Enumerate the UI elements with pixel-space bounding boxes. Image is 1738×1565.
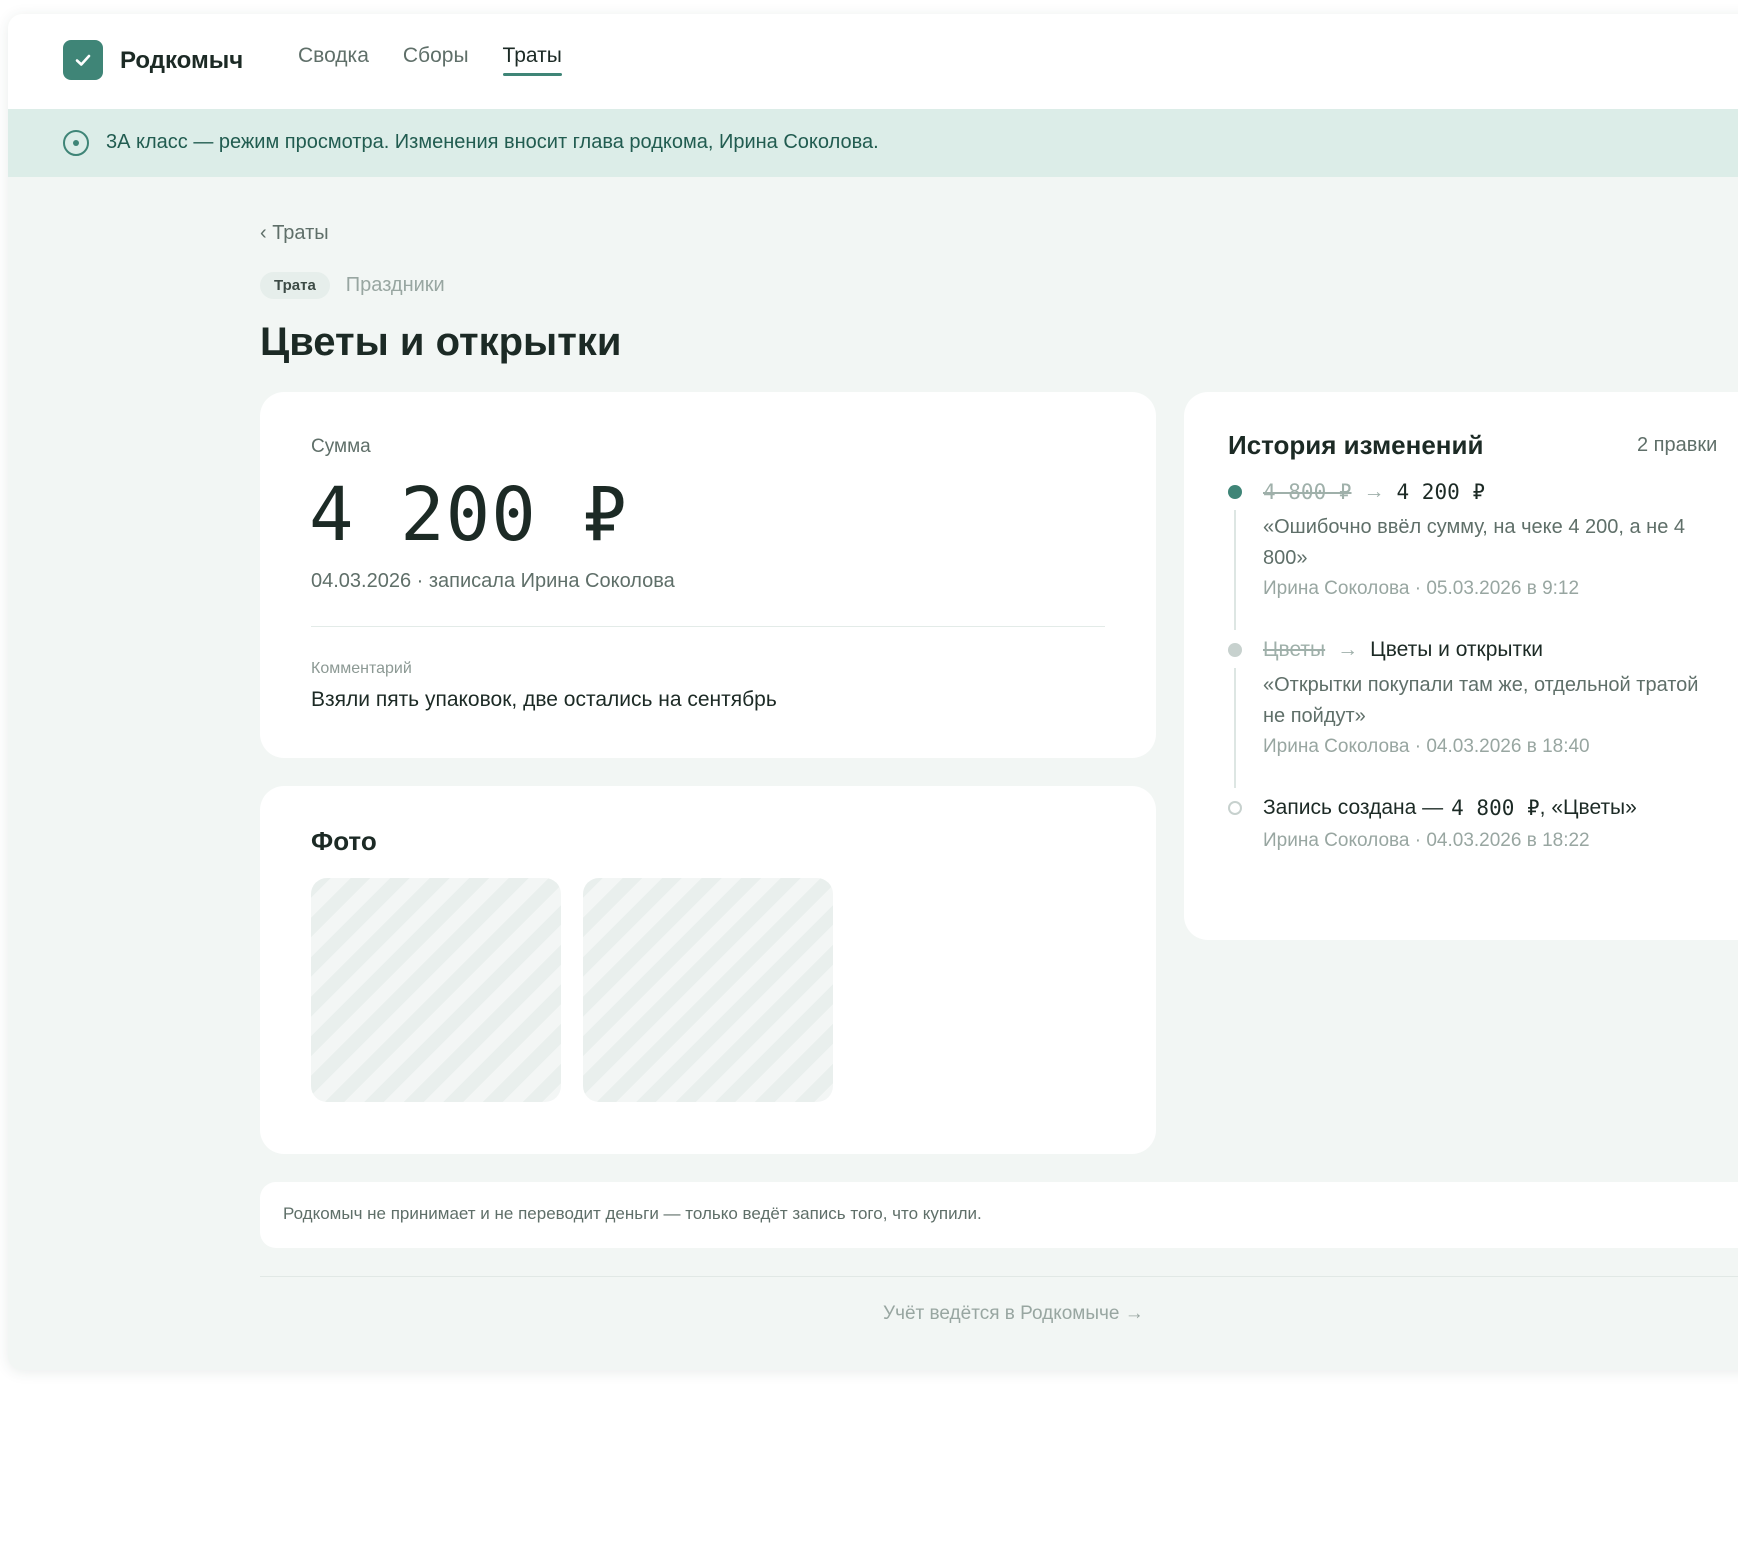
- timeline-dot: [1228, 485, 1242, 499]
- old-value: 4 800 ₽: [1263, 480, 1352, 504]
- change-reason: «Открытки покупали там же, отдельной тра…: [1263, 674, 1699, 727]
- created-line: Запись создана — 4 800 ₽ , «Цветы»: [1263, 796, 1637, 820]
- history-item: Запись создана — 4 800 ₽ , «Цветы» Ирина…: [1228, 796, 1738, 866]
- change-line: 4 800 ₽ → 4 200 ₽: [1263, 480, 1485, 504]
- comment-text: Взяли пять упаковок, две остались на сен…: [311, 688, 777, 711]
- nav-tab-summary[interactable]: Сводка: [298, 44, 369, 76]
- amount-card: Сумма 4 200 ₽ 04.03.2026 · записала Ирин…: [260, 392, 1156, 758]
- arrow-icon: →: [1363, 480, 1385, 503]
- photo-thumbnail[interactable]: [583, 878, 833, 1102]
- timeline-line: [1234, 510, 1236, 630]
- created-prefix: Запись создана —: [1263, 796, 1444, 819]
- created-amount: 4 800 ₽: [1451, 796, 1540, 820]
- photo-title: Фото: [311, 826, 377, 856]
- history-count: 2 правки: [1637, 434, 1718, 456]
- history-title: История изменений: [1228, 430, 1484, 460]
- disclaimer-notice: Родкомыч не принимает и не переводит ден…: [260, 1182, 1738, 1248]
- nav-tab-expenses[interactable]: Траты: [502, 44, 563, 76]
- view-mode-icon: [63, 130, 89, 156]
- type-badge: Трата: [260, 272, 330, 299]
- app-window: Родкомыч Сводка Сборы Траты 3А класс — р…: [8, 14, 1738, 1370]
- new-value: 4 200 ₽: [1396, 480, 1486, 504]
- nav-tab-collections[interactable]: Сборы: [403, 44, 469, 76]
- arrow-icon: →: [1337, 638, 1359, 661]
- page-title: Цветы и открытки: [260, 320, 622, 364]
- top-bar: Родкомыч Сводка Сборы Траты: [8, 14, 1738, 109]
- recorded-info: 04.03.2026 · записала Ирина Соколова: [311, 570, 675, 592]
- brand-name[interactable]: Родкомыч: [120, 47, 243, 75]
- change-meta: Ирина Соколова · 05.03.2026 в 9:12: [1263, 578, 1580, 599]
- tag-row: Трата Праздники: [260, 272, 445, 299]
- change-meta: Ирина Соколова · 04.03.2026 в 18:22: [1263, 830, 1590, 851]
- footer-link[interactable]: Учёт ведётся в Родкомыче →: [883, 1303, 1144, 1325]
- change-line: Цветы → Цветы и открытки: [1263, 638, 1543, 662]
- amount-label: Сумма: [311, 436, 371, 457]
- photo-thumbnail[interactable]: [311, 878, 561, 1102]
- change-meta: Ирина Соколова · 04.03.2026 в 18:40: [1263, 736, 1590, 757]
- logo-check-icon[interactable]: [63, 40, 103, 80]
- timeline-dot: [1228, 643, 1242, 657]
- change-reason: «Ошибочно ввёл сумму, на чеке 4 200, а н…: [1263, 516, 1686, 569]
- main-nav: Сводка Сборы Траты: [298, 44, 563, 76]
- comment-label: Комментарий: [311, 660, 412, 677]
- history-card: История изменений 2 правки 4 800 ₽ → 4 2…: [1184, 392, 1738, 940]
- created-suffix: , «Цветы»: [1539, 796, 1637, 819]
- history-item: 4 800 ₽ → 4 200 ₽ «Ошибочно ввёл сумму, …: [1228, 480, 1738, 640]
- amount-value: 4 200 ₽: [309, 472, 628, 558]
- history-item: Цветы → Цветы и открытки «Открытки покуп…: [1228, 638, 1738, 798]
- photo-card: Фото: [260, 786, 1156, 1154]
- banner-text: 3А класс — режим просмотра. Изменения вн…: [106, 131, 879, 153]
- category-label: Праздники: [345, 274, 445, 296]
- back-link[interactable]: ‹ Траты: [260, 222, 329, 245]
- new-value: Цветы и открытки: [1370, 638, 1544, 661]
- timeline-line: [1234, 668, 1236, 788]
- old-value: Цветы: [1263, 638, 1326, 661]
- disclaimer-text: Родкомыч не принимает и не переводит ден…: [283, 1204, 982, 1223]
- view-mode-banner: 3А класс — режим просмотра. Изменения вн…: [8, 109, 1738, 177]
- footer-divider: [260, 1276, 1738, 1277]
- timeline-dot: [1228, 801, 1242, 815]
- divider: [311, 626, 1105, 627]
